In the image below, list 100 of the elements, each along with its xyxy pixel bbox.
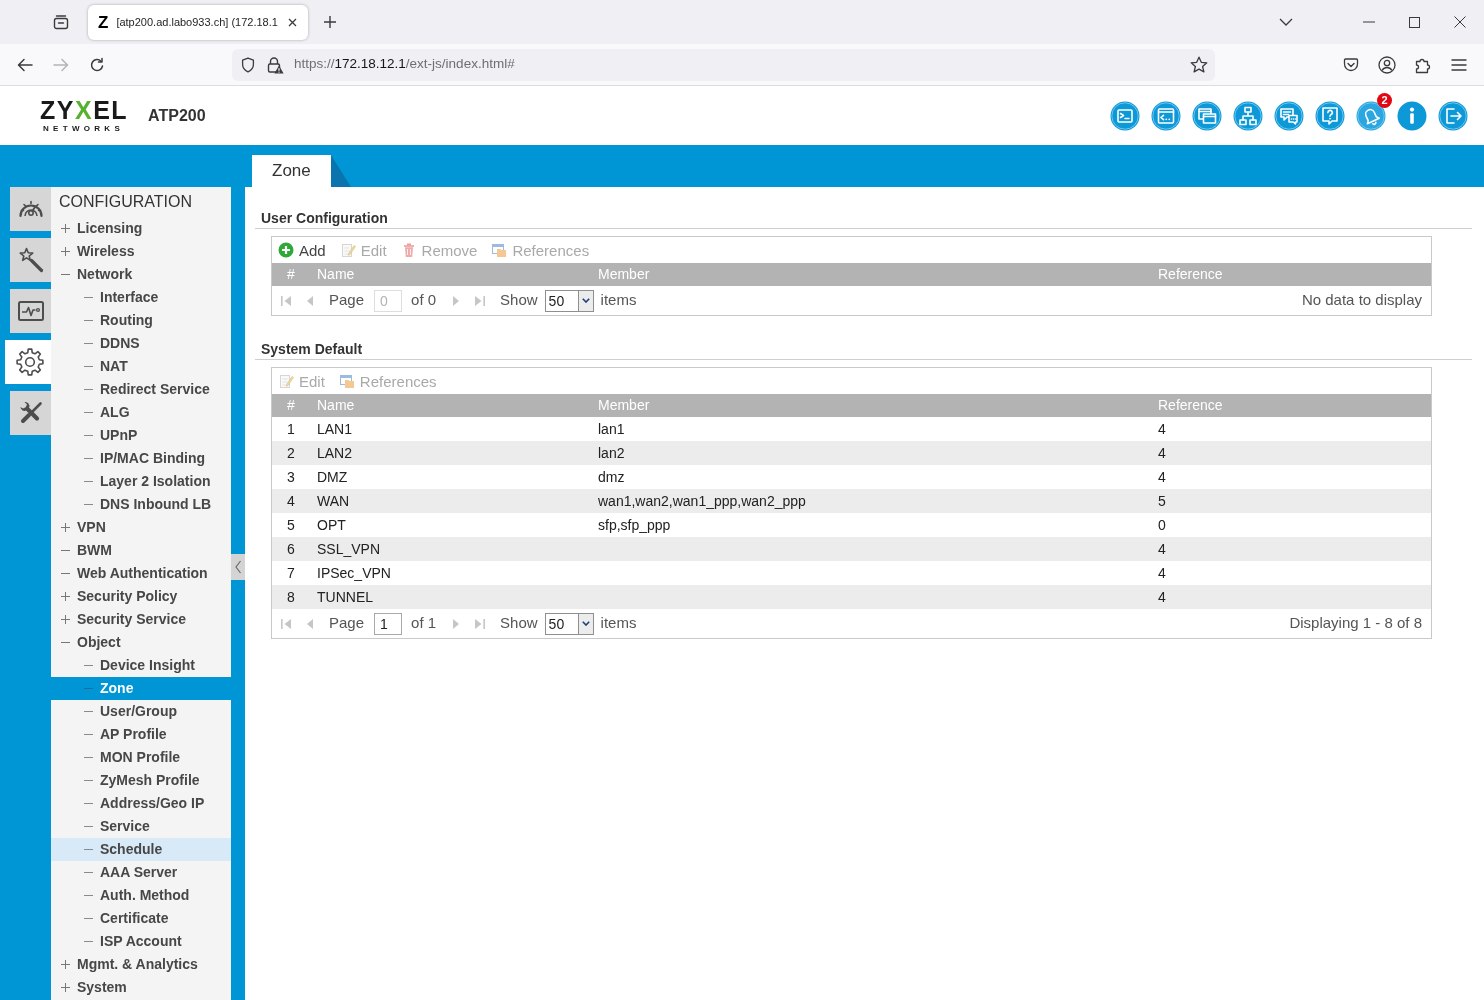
table-cell-text: sfp,sfp_ppp	[597, 515, 672, 535]
menu-item[interactable]: Certificate	[51, 907, 231, 930]
menu-item[interactable]: VPN	[51, 516, 231, 539]
logout-icon[interactable]	[1438, 100, 1468, 131]
reload-icon[interactable]	[89, 56, 105, 73]
mode-tab[interactable]	[10, 289, 51, 333]
table-cell-text: IPSec_VPN	[316, 563, 392, 583]
menu-item[interactable]: MON Profile	[51, 746, 231, 769]
pager-label: items	[600, 290, 637, 311]
menu-item[interactable]: Auth. Method	[51, 884, 231, 907]
bookmark-star-icon[interactable]	[1190, 56, 1208, 73]
menu-item[interactable]: ISP Account	[51, 930, 231, 953]
menu-item[interactable]: Layer 2 Isolation	[51, 470, 231, 493]
chat-bubbles-icon[interactable]	[1274, 100, 1304, 131]
menu-item[interactable]: Wireless	[51, 240, 231, 263]
menu-item[interactable]: ALG	[51, 401, 231, 424]
menu-item[interactable]: BWM	[51, 539, 231, 562]
menu-item[interactable]: Object	[51, 631, 231, 654]
help-icon[interactable]	[1315, 100, 1345, 131]
menu-item[interactable]: Licensing	[51, 217, 231, 240]
table-cell-text: 4	[1157, 467, 1167, 487]
table-cell-text: lan1	[597, 419, 626, 439]
pager-label: Show	[500, 613, 538, 634]
table-cell-text: 4	[1157, 539, 1167, 559]
browser-tab[interactable]: Z [atp200.ad.labo933.ch] (172.18.1	[88, 4, 308, 40]
menu-item[interactable]: Network	[51, 263, 231, 286]
table-cell-text: 4	[286, 491, 296, 511]
menu-item[interactable]: System	[51, 976, 231, 999]
new-tab-icon[interactable]	[323, 15, 337, 29]
table-cell-text: LAN2	[316, 443, 354, 463]
menu-item[interactable]: Security Policy	[51, 585, 231, 608]
menu-item[interactable]: Redirect Service	[51, 378, 231, 401]
pager-status: Displaying 1 - 8 of 8	[1289, 613, 1422, 634]
menu-item[interactable]: DNS Inbound LB	[51, 493, 231, 516]
collapse-button[interactable]	[231, 554, 245, 580]
table-cell-text: TUNNEL	[316, 587, 374, 607]
chevron-down-icon[interactable]	[1279, 18, 1293, 26]
menu-item[interactable]: Web Authentication	[51, 562, 231, 585]
add-button[interactable]: Add	[278, 242, 326, 258]
menu-item[interactable]: Mgmt. & Analytics	[51, 953, 231, 976]
mode-tab[interactable]	[10, 391, 51, 435]
windows-icon[interactable]	[1192, 100, 1222, 131]
chevron-down-icon	[581, 621, 590, 626]
menu-item[interactable]: Service	[51, 815, 231, 838]
account-icon[interactable]	[1378, 55, 1396, 74]
network-diagram-icon[interactable]	[1233, 100, 1263, 131]
page-size-field[interactable]: 50	[544, 289, 578, 312]
favicon: Z	[98, 13, 109, 31]
table-cell-text: 4	[1157, 587, 1167, 607]
pager-status: No data to display	[1301, 290, 1422, 311]
menu-icon[interactable]	[1451, 58, 1467, 71]
menu-item[interactable]: Security Service	[51, 608, 231, 631]
pager-label: Page	[329, 290, 365, 311]
maximize-icon[interactable]	[1409, 16, 1420, 28]
menu-item[interactable]: Address/Geo IP	[51, 792, 231, 815]
menu-item[interactable]: AP Profile	[51, 723, 231, 746]
table-cell-text: DMZ	[316, 467, 349, 487]
mode-tab[interactable]	[10, 238, 51, 282]
url-field[interactable]: https://172.18.12.1/ext-js/index.html#	[232, 48, 1215, 81]
mode-tab[interactable]	[10, 187, 51, 231]
page-count: of 0	[411, 290, 437, 311]
gear-icon	[15, 347, 45, 377]
logo-tagline: NETWORKS	[43, 124, 125, 133]
pocket-icon[interactable]	[1343, 56, 1359, 73]
code-window-icon[interactable]	[1151, 100, 1181, 131]
back-arrow-icon[interactable]	[17, 57, 33, 72]
page-tab[interactable]: Zone	[252, 155, 331, 187]
menu-item[interactable]: UPnP	[51, 424, 231, 447]
tab-title: [atp200.ad.labo933.ch] (172.18.1	[116, 14, 278, 30]
menu-item[interactable]: AAA Server	[51, 861, 231, 884]
terminal-icon[interactable]	[1110, 100, 1140, 131]
page-size-field[interactable]: 50	[544, 612, 578, 635]
lock-warning-icon[interactable]	[266, 55, 284, 74]
tab-list-icon[interactable]	[53, 14, 69, 30]
menu-item[interactable]: Schedule	[51, 838, 231, 861]
page-field[interactable]: 1	[374, 612, 403, 635]
pager-label: Page	[329, 613, 365, 634]
table-cell-text: 2	[286, 443, 296, 463]
section-title: System Default	[255, 340, 1472, 360]
table-cell-text: 8	[286, 587, 296, 607]
menu-item[interactable]: ZyMesh Profile	[51, 769, 231, 792]
window-folder-icon	[491, 242, 508, 258]
edit-note-icon	[339, 242, 356, 258]
menu-item[interactable]: Routing	[51, 309, 231, 332]
info-icon[interactable]	[1397, 100, 1427, 131]
menu-item[interactable]: IP/MAC Binding	[51, 447, 231, 470]
shield-icon[interactable]	[241, 56, 255, 73]
table-cell-text: lan2	[597, 443, 626, 463]
menu-item[interactable]: Device Insight	[51, 654, 231, 677]
menu-item[interactable]: NAT	[51, 355, 231, 378]
close-icon[interactable]	[288, 17, 297, 27]
pager-label: Show	[500, 290, 538, 311]
menu-item[interactable]: DDNS	[51, 332, 231, 355]
table-cell-text: 6	[286, 539, 296, 559]
menu-item[interactable]: User/Group	[51, 700, 231, 723]
table-cell-text: SSL_VPN	[316, 539, 382, 559]
tab-shadow	[330, 155, 351, 187]
close-icon[interactable]	[1454, 16, 1466, 28]
menu-item[interactable]: Interface	[51, 286, 231, 309]
mode-tab[interactable]	[5, 340, 51, 384]
